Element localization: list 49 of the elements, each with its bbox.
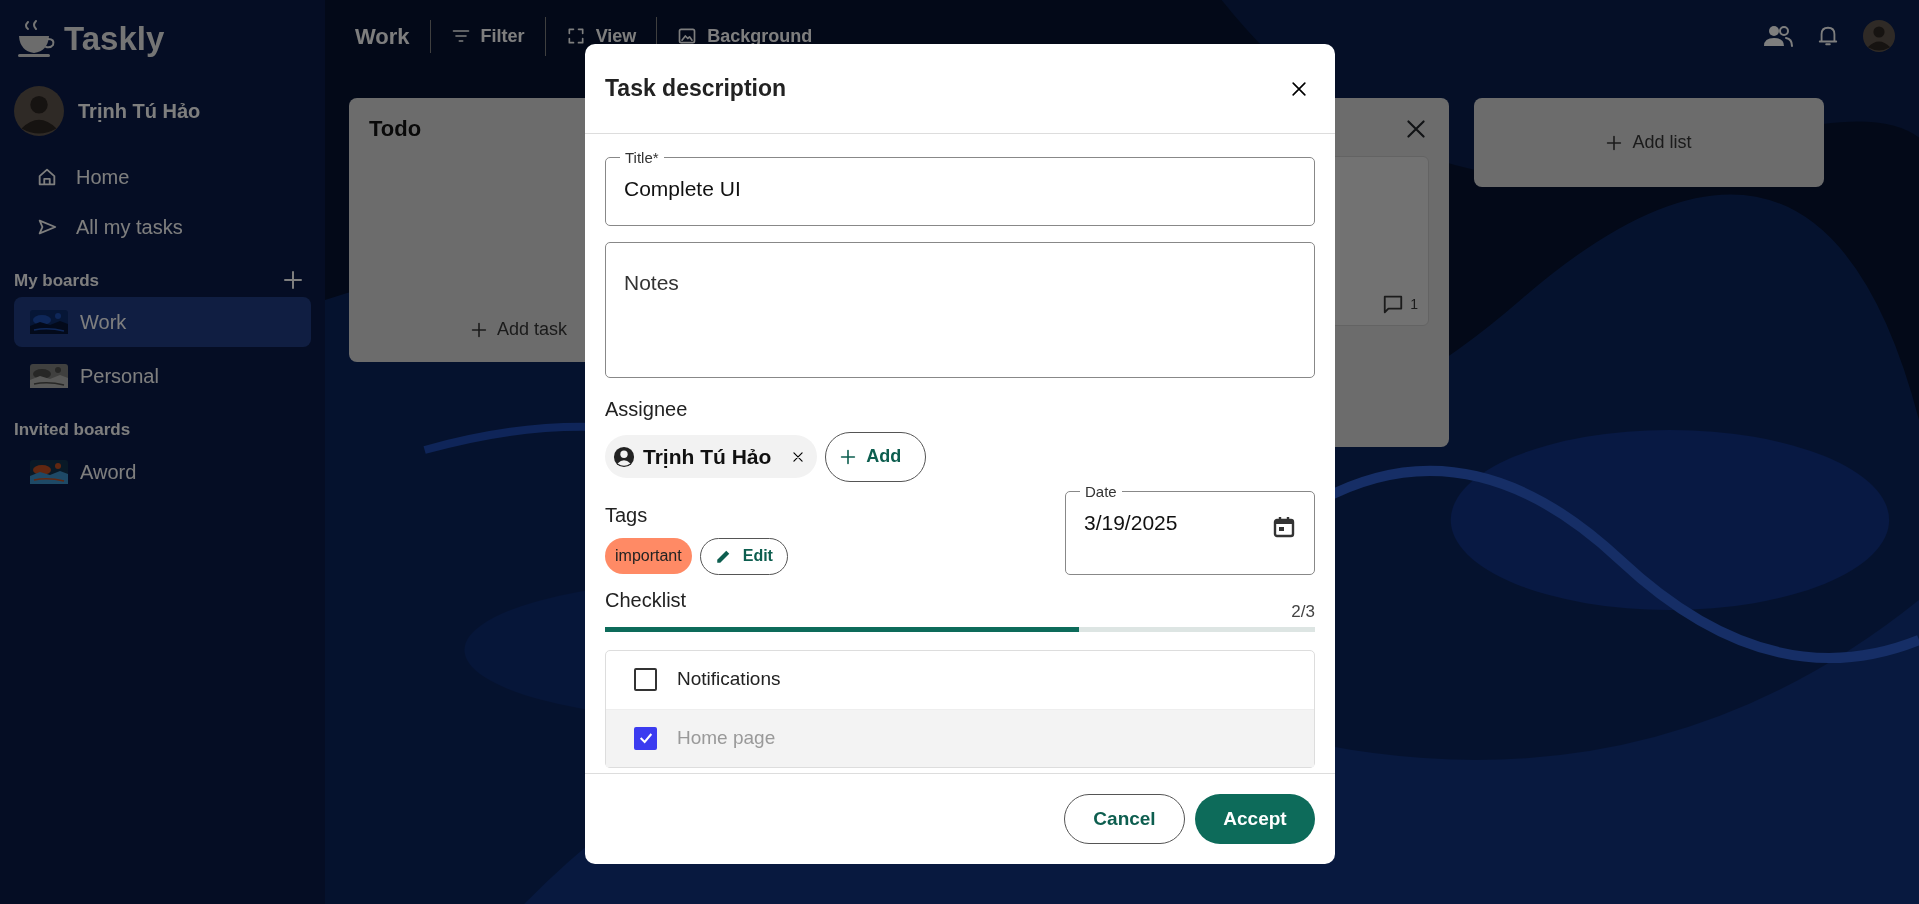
section-heading: Invited boards	[14, 419, 131, 441]
field-label: Date	[1084, 483, 1118, 499]
board-title: Work	[355, 19, 431, 53]
checklist-item: Notifications	[677, 667, 781, 692]
nav-link[interactable]: All my tasks	[14, 201, 205, 252]
notes-field[interactable]: Notes	[605, 241, 1315, 378]
field-label: Title*	[624, 150, 660, 165]
add-assignee-button[interactable]: Add	[825, 431, 927, 482]
avatar	[1863, 20, 1895, 52]
plus-icon	[470, 321, 487, 338]
dialog-title: Task description	[605, 74, 787, 103]
avatar	[14, 85, 64, 136]
cancel-button[interactable]: Cancel	[1064, 794, 1185, 844]
plus-icon[interactable]	[283, 270, 303, 291]
add-task-button[interactable]: Add task	[464, 315, 573, 344]
accept-button[interactable]: Accept	[1195, 794, 1315, 844]
image-icon	[677, 26, 698, 46]
user-name: Trịnh Tú Hảo	[78, 98, 201, 124]
board-item[interactable]: Work	[14, 297, 311, 347]
tag: important	[605, 538, 692, 574]
user-icon	[613, 445, 635, 468]
list-title: Todo	[369, 116, 423, 143]
date-field[interactable]: 3/19/2025	[1084, 498, 1272, 556]
edit-button[interactable]: Edit	[699, 537, 788, 575]
assignee-name: Trịnh Tú Hảo	[643, 443, 772, 470]
section-label: Tags	[605, 502, 649, 528]
app-name: Taskly	[64, 19, 165, 59]
plus-icon	[840, 448, 857, 465]
plus-icon	[1606, 134, 1623, 151]
board-item[interactable]: Personal	[14, 351, 311, 401]
section-label: Checklist	[605, 587, 687, 613]
add-list-button[interactable]: Add list	[1474, 98, 1824, 187]
checkbox[interactable]	[634, 668, 657, 691]
section-heading: My boards	[14, 269, 100, 292]
toolbar-button[interactable]: Filter	[430, 16, 546, 56]
checklist-item: Home page	[677, 725, 776, 750]
nav-link[interactable]: Home	[14, 151, 152, 202]
calendar-icon[interactable]	[1272, 515, 1296, 540]
checkbox[interactable]	[634, 726, 657, 750]
progress-reading: 2/3	[1291, 601, 1315, 623]
comment-count: 1	[1410, 294, 1418, 314]
section-label: Assignee	[605, 396, 689, 422]
title-field-frame[interactable]: Title* Complete UI	[605, 150, 1315, 226]
close-icon	[791, 449, 806, 464]
check-icon	[637, 730, 654, 746]
comment-icon	[1382, 293, 1405, 315]
title-field[interactable]: Complete UI	[624, 165, 1296, 225]
people-icon[interactable]	[1763, 24, 1793, 48]
board-item[interactable]: Aword	[14, 446, 311, 497]
